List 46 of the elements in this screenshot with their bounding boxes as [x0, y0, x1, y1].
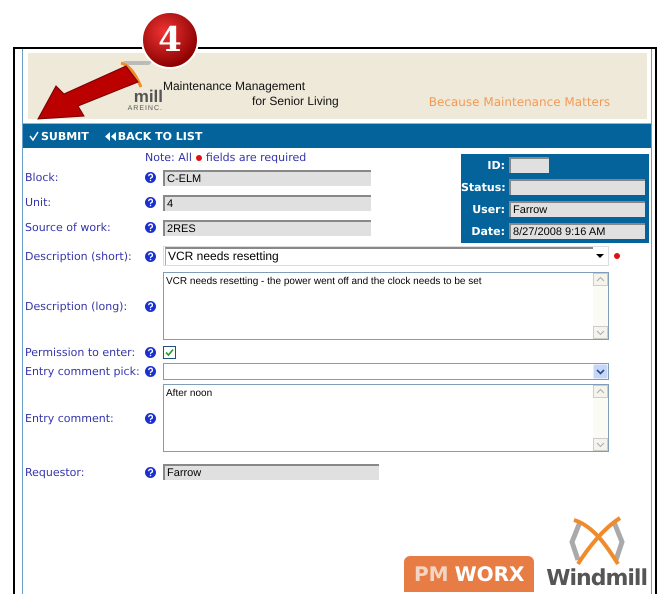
check-icon [29, 131, 39, 141]
help-icon[interactable] [145, 466, 156, 478]
text-area[interactable]: After noon [163, 384, 609, 452]
help-icon[interactable] [145, 222, 156, 233]
dropdown-icon[interactable] [593, 364, 608, 378]
app-subtitle: for Senior Living [252, 93, 339, 109]
info-field: Farrow [509, 201, 645, 217]
badge-text: PM [414, 562, 449, 586]
field-label: Requestor: [25, 466, 86, 478]
submit-button[interactable]: SUBMIT [29, 130, 89, 142]
field-label: Permission to enter: [25, 346, 136, 358]
field-label: Description (short): [25, 250, 133, 262]
info-label: User: [471, 202, 505, 216]
step-badge: 4 [141, 11, 199, 69]
field-label: Source of work: [25, 221, 112, 234]
slogan: Because Maintenance Matters [428, 95, 610, 109]
field-label: Description (long): [25, 300, 128, 312]
select-field[interactable] [163, 362, 609, 380]
info-label: Date: [470, 224, 505, 238]
logo-text: mill [134, 89, 163, 105]
badge-text: WORX [454, 562, 524, 586]
info-label: ID: [486, 158, 505, 172]
help-icon[interactable] [145, 300, 156, 312]
help-icon[interactable] [145, 412, 156, 424]
note-text: fields are required [206, 151, 306, 165]
field-label: Unit: [25, 196, 52, 209]
rewind-icon [104, 132, 116, 140]
footer-logo-text: Windmill [546, 566, 647, 592]
field-label: Block: [25, 171, 60, 184]
help-icon[interactable] [145, 197, 156, 208]
info-label: Status: [461, 180, 505, 194]
field-label: Entry comment: [25, 412, 115, 424]
back-button[interactable]: BACK TO LIST [104, 130, 202, 142]
field-label: Entry comment pick: [25, 364, 141, 378]
info-field [509, 157, 549, 173]
help-icon[interactable] [145, 172, 156, 183]
help-icon[interactable] [145, 346, 156, 358]
checkbox[interactable] [163, 346, 176, 358]
requestor-field: Farrow [163, 464, 379, 480]
text-area[interactable]: VCR needs resetting - the power went off and the clock needs to be set [163, 272, 609, 340]
required-dot-icon [196, 155, 202, 161]
note-text: Note: All [145, 151, 192, 165]
app-title: Maintenance Management [163, 79, 306, 93]
help-icon[interactable] [145, 366, 156, 376]
info-field: 8/27/2008 9:16 AM [509, 223, 645, 239]
help-icon[interactable] [145, 250, 156, 262]
